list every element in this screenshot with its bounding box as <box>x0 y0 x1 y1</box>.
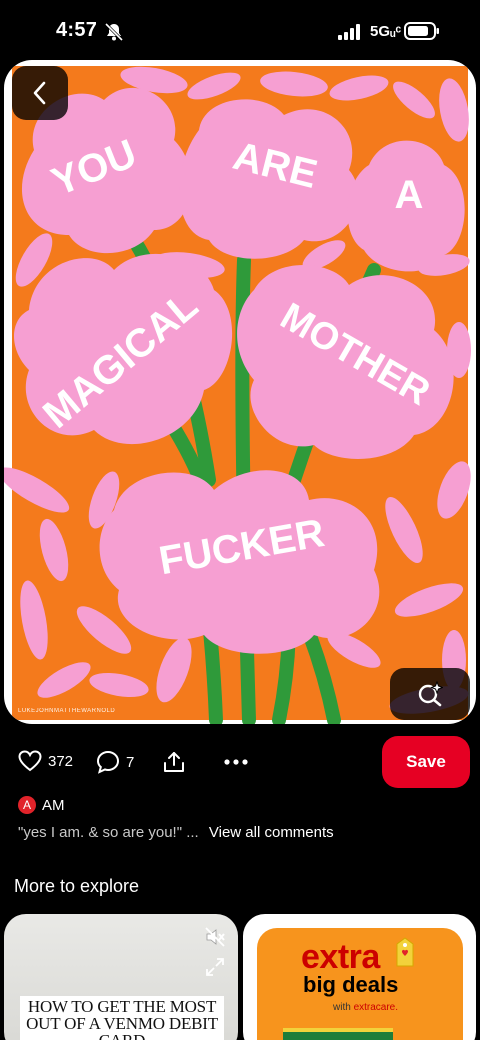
cvs-subhead: big deals <box>303 972 399 997</box>
venmo-card-caption: HOW TO GET THE MOST OUT OF A VENMO DEBIT… <box>20 996 224 1040</box>
speaker-muted-icon[interactable] <box>204 926 226 948</box>
bell-muted-icon <box>104 22 124 42</box>
comment-count: 7 <box>126 753 135 771</box>
cvs-brand: extracare. <box>353 1002 399 1013</box>
art-word-3: A <box>395 173 424 217</box>
save-button[interactable]: Save <box>382 736 470 788</box>
share-icon <box>164 752 184 772</box>
like-button[interactable]: 372 <box>18 750 73 772</box>
pin-image[interactable]: YOU ARE A MAGICAL MOTHER FUCKER LUKEJOHN… <box>4 60 476 724</box>
product-box <box>283 1028 393 1040</box>
signal-bars-icon <box>338 24 360 40</box>
more-to-explore-heading: More to explore <box>14 876 140 896</box>
view-all-comments-link[interactable]: View all comments <box>209 824 334 841</box>
explore-card-cvs[interactable]: extra big deals with extracare. <box>243 914 476 1040</box>
comment-text: "yes I am. & so are you!" ... <box>18 824 199 841</box>
more-dots-icon <box>224 759 248 765</box>
heart-icon <box>18 750 42 772</box>
status-time: 4:57 <box>56 19 98 41</box>
visual-search-button[interactable] <box>390 668 470 720</box>
comment-bubble-icon <box>96 750 120 774</box>
expand-icon[interactable] <box>206 958 224 976</box>
battery-icon <box>404 22 439 40</box>
like-count: 372 <box>48 752 74 770</box>
pin-author[interactable]: A AM <box>18 796 65 814</box>
lens-sparkle-icon <box>418 681 443 707</box>
pin-actions: 372 7 Save <box>0 736 480 790</box>
comment-button[interactable]: 7 <box>96 750 134 774</box>
chevron-left-icon <box>33 81 46 105</box>
comment-preview: "yes I am. & so are you!" ... View all c… <box>18 824 334 841</box>
network-type: 5Gᵤᶜ <box>370 23 402 40</box>
pin-artwork: YOU ARE A MAGICAL MOTHER FUCKER <box>4 66 471 724</box>
explore-card-venmo[interactable]: HOW TO GET THE MOST OUT OF A VENMO DEBIT… <box>4 914 238 1040</box>
author-name: AM <box>42 796 65 814</box>
share-button[interactable] <box>162 750 186 774</box>
avatar: A <box>18 796 36 814</box>
back-button[interactable] <box>12 66 68 120</box>
cvs-note: with extracare. <box>333 1002 399 1013</box>
status-bar: 4:57 5Gᵤᶜ <box>0 0 480 62</box>
artist-watermark: LUKEJOHNMATTHEWARNOLD <box>18 708 116 714</box>
price-tag-icon <box>396 937 414 967</box>
more-button[interactable] <box>222 752 250 772</box>
